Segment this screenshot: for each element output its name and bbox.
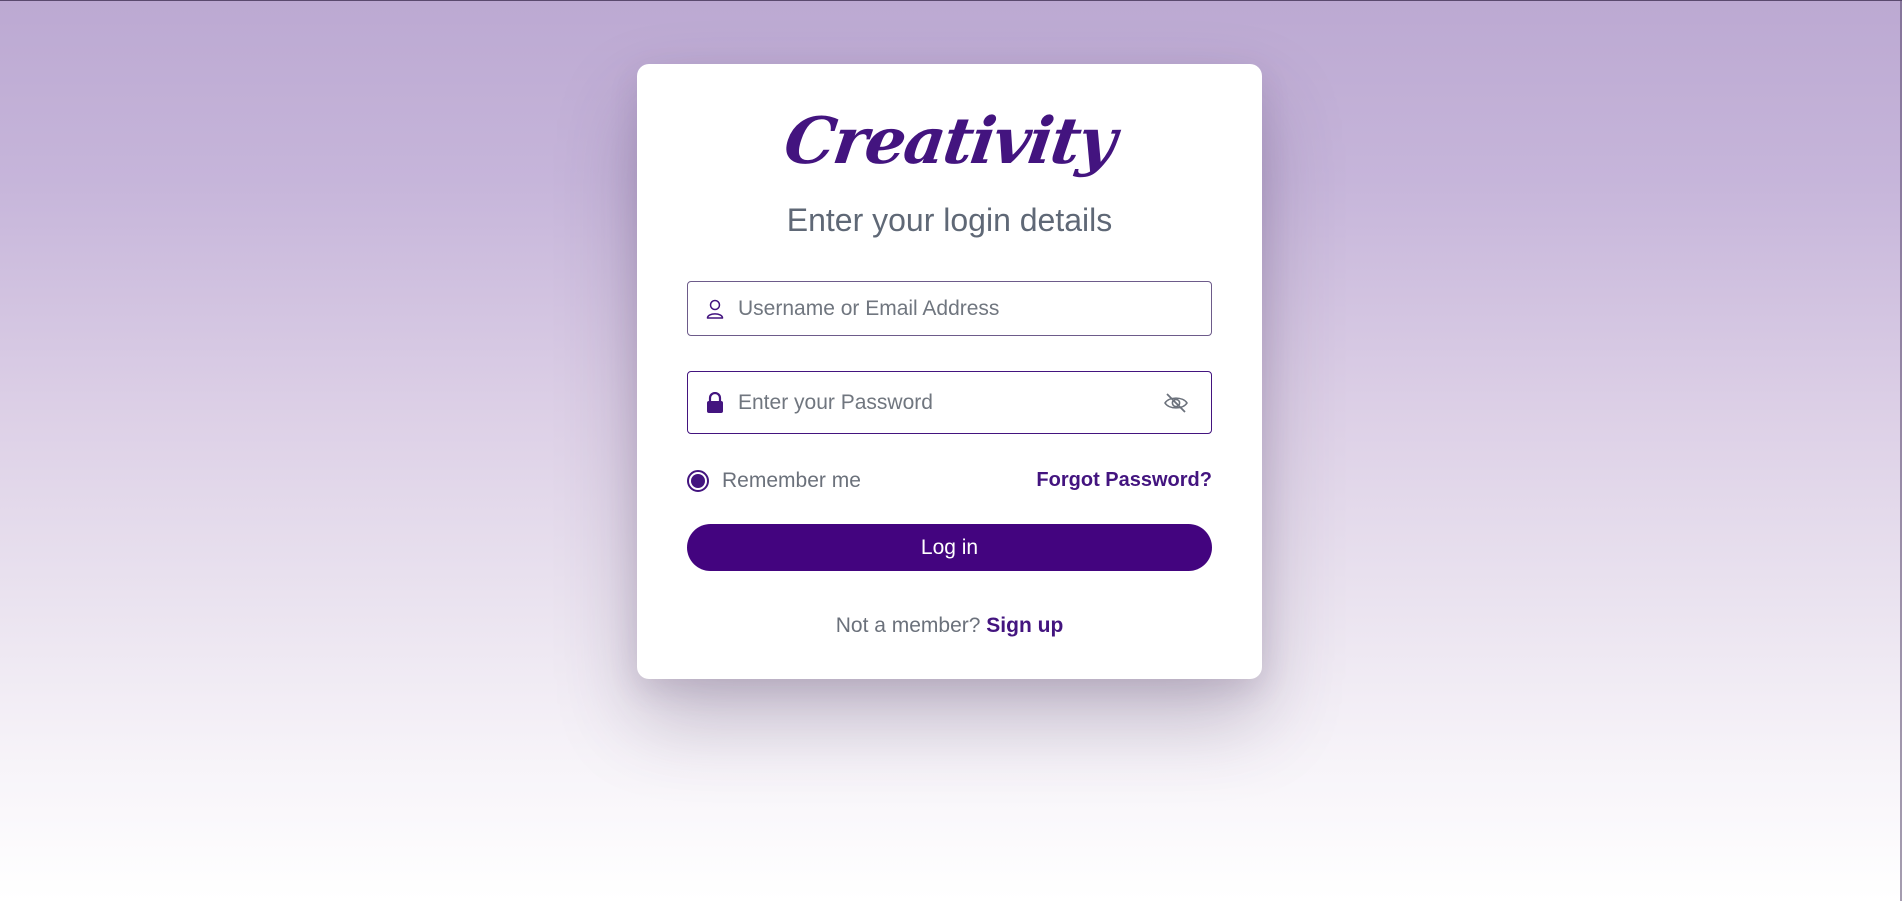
login-button[interactable]: Log in [687, 524, 1212, 571]
remember-me-radio[interactable] [687, 470, 709, 492]
lock-icon [704, 391, 726, 414]
login-subtitle: Enter your login details [786, 202, 1113, 238]
user-icon [704, 298, 726, 320]
remember-me-radio-dot [691, 474, 705, 488]
username-input[interactable] [738, 296, 1211, 321]
login-card: Creativity Enter your login details User… [637, 64, 1262, 679]
signup-prompt-row: Not a member? Sign up [637, 614, 1262, 638]
window-top-border [0, 0, 1902, 1]
brand-logo: Creativity [779, 104, 1120, 179]
remember-me-toggle[interactable]: Remember me [687, 466, 861, 493]
password-field[interactable] [687, 371, 1212, 434]
forgot-password-link[interactable]: Forgot Password? [1036, 469, 1212, 492]
eye-slash-icon[interactable] [1161, 388, 1191, 418]
signup-prompt-text: Not a member? [835, 614, 987, 637]
remember-me-label[interactable]: Remember me [722, 469, 861, 493]
password-input[interactable] [738, 390, 1161, 415]
form-options-row: Remember me Forgot Password? [687, 466, 1212, 498]
username-field[interactable] [687, 281, 1212, 336]
signup-link[interactable]: Sign up [986, 614, 1063, 637]
